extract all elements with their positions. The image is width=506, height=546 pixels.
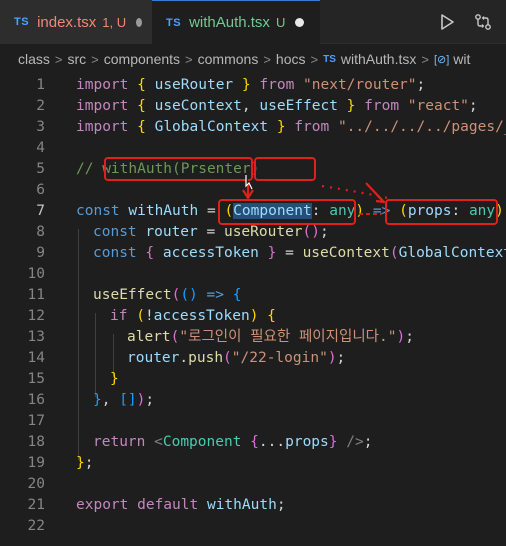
chevron-right-icon: > [421,51,429,67]
code-text[interactable]: return <Component {...props} />; [93,432,372,453]
typescript-file-icon: TS [14,16,30,28]
line-number: 5 [36,161,45,177]
code-text[interactable]: import { useRouter } from "next/router"; [76,75,425,96]
breadcrumb-file[interactable]: withAuth.tsx [341,51,416,67]
breadcrumb-item[interactable]: commons [198,51,259,67]
code-line[interactable]: 8 const router = useRouter(); [0,222,506,243]
tab-withauth-tsx[interactable]: TS withAuth.tsx U [152,0,320,44]
line-number: 4 [36,140,45,156]
code-line[interactable]: 2 import { useContext, useEffect } from … [0,96,506,117]
code-text[interactable]: const router = useRouter(); [93,222,329,243]
code-text[interactable]: const { accessToken } = useContext(Globa… [93,243,506,264]
code-line[interactable]: 22 [0,516,506,537]
line-number: 7 [36,203,45,219]
chevron-right-icon: > [54,51,63,67]
code-line[interactable]: 16 }, []); [0,390,506,411]
breadcrumb: class > src > components > commons > hoc… [0,46,506,72]
breadcrumb-item[interactable]: hocs [276,51,306,67]
code-editor[interactable]: 1 import { useRouter } from "next/router… [0,74,506,546]
line-number: 8 [36,224,45,240]
code-line[interactable]: 9 const { accessToken } = useContext(Glo… [0,243,506,264]
line-number: 1 [36,77,45,93]
code-text[interactable]: }; [76,453,93,474]
editor-tab-bar: TS index.tsx 1, U TS withAuth.tsx U [0,0,506,44]
tab-label: withAuth.tsx [189,14,270,31]
line-number: 6 [36,182,45,198]
line-number: 11 [27,287,45,303]
code-text[interactable]: import { GlobalContext } from "../../../… [76,117,506,138]
code-text[interactable]: import { useContext, useEffect } from "r… [76,96,478,117]
tab-index-tsx[interactable]: TS index.tsx 1, U [0,0,152,44]
code-line[interactable]: 13 alert("로그인이 필요한 페이지입니다."); [0,327,506,348]
code-line[interactable]: 18 return <Component {...props} />; [0,432,506,453]
line-number: 13 [27,329,45,345]
unsaved-dot-icon[interactable] [295,18,305,27]
code-line[interactable]: 15 } [0,369,506,390]
line-number: 18 [27,434,45,450]
code-text[interactable]: } [110,369,119,390]
line-number: 3 [36,119,45,135]
chevron-right-icon: > [91,51,99,67]
code-line[interactable]: 10 [0,264,506,285]
line-number: 10 [27,266,45,282]
editor-actions [438,0,506,43]
breadcrumb-symbol[interactable]: wit [453,51,470,67]
code-line[interactable]: 1 import { useRouter } from "next/router… [0,75,506,96]
typescript-file-icon: TS [323,53,336,65]
breadcrumb-item[interactable]: components [104,51,180,67]
code-line[interactable]: 4 [0,138,506,159]
annotation-box-empty [254,157,316,181]
code-line[interactable]: 20 [0,474,506,495]
code-line[interactable]: 17 [0,411,506,432]
code-text[interactable]: router.push("/22-login"); [127,348,345,369]
code-line[interactable]: 14 router.push("/22-login"); [0,348,506,369]
unsaved-dot-icon[interactable] [136,17,142,27]
line-number: 19 [27,455,45,471]
line-number: 12 [27,308,45,324]
code-line[interactable]: 6 [0,180,506,201]
line-number: 9 [36,245,45,261]
line-number: 21 [27,497,45,513]
typescript-file-icon: TS [166,16,182,29]
code-line[interactable]: 21 export default withAuth; [0,495,506,516]
annotation-box-component-param [218,199,356,225]
annotation-box-comment [104,157,253,181]
line-number: 17 [27,413,45,429]
code-line[interactable]: 5 // withAuth(Prsenter) [0,159,506,180]
code-text[interactable]: useEffect(() => { [93,285,241,306]
code-line[interactable]: 12 if (!accessToken) { [0,306,506,327]
code-text[interactable]: if (!accessToken) { [110,306,276,327]
annotation-box-props-param [385,199,498,225]
line-number: 20 [27,476,45,492]
line-number: 22 [27,518,45,534]
tab-status: U [275,15,286,30]
line-number: 15 [27,371,45,387]
code-text[interactable]: alert("로그인이 필요한 페이지입니다."); [127,327,414,348]
line-number: 16 [27,392,45,408]
code-text[interactable]: }, []); [93,390,154,411]
chevron-right-icon: > [310,51,319,67]
code-line[interactable]: 19 }; [0,453,506,474]
chevron-right-icon: > [263,51,271,67]
play-icon[interactable] [438,13,456,31]
code-line[interactable]: 11 useEffect(() => { [0,285,506,306]
line-number: 14 [27,350,45,366]
breadcrumb-item[interactable]: class [18,51,50,67]
git-compare-icon[interactable] [474,13,492,31]
code-text[interactable]: export default withAuth; [76,495,286,516]
symbol-variable-icon: [⊘] [433,53,450,66]
tab-status: 1, U [102,14,127,30]
tab-label: index.tsx [37,13,97,31]
line-number: 2 [36,98,45,114]
code-line[interactable]: 3 import { GlobalContext } from "../../.… [0,117,506,138]
chevron-right-icon: > [185,51,193,67]
breadcrumb-item[interactable]: src [68,51,87,67]
